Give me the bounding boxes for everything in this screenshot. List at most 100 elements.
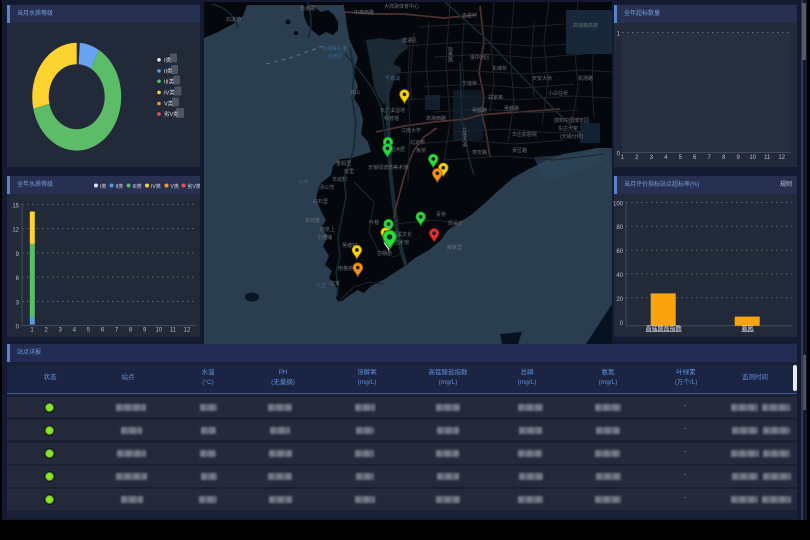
- svg-text:(无锡分校): (无锡分校): [560, 133, 584, 140]
- svg-text:6: 6: [101, 328, 105, 334]
- svg-text:汤公湾: 汤公湾: [319, 184, 334, 191]
- svg-text:小白住桥: 小白住桥: [548, 90, 568, 97]
- svg-text:北定桥: 北定桥: [410, 139, 425, 146]
- svg-text:11: 11: [764, 155, 771, 161]
- svg-text:千鑫湖: 千鑫湖: [385, 75, 400, 82]
- svg-text:东绛桥: 东绛桥: [492, 65, 507, 72]
- svg-text:高锰酸盐指数: 高锰酸盐指数: [646, 324, 682, 332]
- svg-text:感知中国博览园: 感知中国博览园: [554, 117, 589, 124]
- svg-text:2: 2: [635, 155, 639, 161]
- svg-text:南格桥: 南格桥: [338, 265, 353, 272]
- svg-text:羊歧村: 羊歧村: [332, 176, 347, 183]
- svg-text:3: 3: [59, 328, 63, 334]
- svg-text:东鸡笼: 东鸡笼: [305, 217, 320, 224]
- svg-text:1: 1: [617, 32, 621, 38]
- svg-text:20: 20: [616, 297, 623, 303]
- svg-text:风景区: 风景区: [328, 53, 343, 60]
- svg-text:无锡绿波湾美术馆: 无锡绿波湾美术馆: [368, 164, 408, 171]
- svg-text:太湖鼋头渚: 太湖鼋头渚: [322, 45, 347, 52]
- svg-text:III类: III类: [164, 77, 175, 85]
- svg-text:5: 5: [87, 328, 91, 334]
- svg-text:充山: 充山: [350, 89, 360, 96]
- svg-text:南泉上: 南泉上: [320, 226, 335, 233]
- svg-text:氨氮: 氨氮: [742, 324, 754, 332]
- svg-text:100: 100: [613, 201, 624, 207]
- svg-text:周哥桥: 周哥桥: [448, 220, 463, 227]
- svg-text:1: 1: [30, 328, 34, 334]
- svg-text:60: 60: [616, 249, 623, 255]
- svg-text:劣V类: 劣V类: [188, 183, 201, 190]
- svg-text:0: 0: [16, 325, 20, 331]
- svg-text:大祥歌体育中心: 大祥歌体育中心: [384, 3, 419, 10]
- svg-text:九里: 九里: [316, 282, 326, 289]
- svg-text:III类: III类: [133, 183, 142, 190]
- svg-text:V类: V类: [171, 183, 179, 190]
- svg-text:贡区路: 贡区路: [512, 147, 527, 154]
- svg-text:江南大学: 江南大学: [401, 127, 421, 134]
- svg-text:华庄影剧院: 华庄影剧院: [512, 131, 537, 138]
- svg-text:郑家奥: 郑家奥: [488, 94, 503, 101]
- svg-text:隐秀路: 隐秀路: [447, 46, 453, 63]
- svg-text:IV类: IV类: [151, 183, 161, 190]
- svg-text:艺术馆: 艺术馆: [394, 239, 409, 246]
- svg-text:宁佳桥: 宁佳桥: [462, 80, 477, 87]
- svg-text:高浪西路: 高浪西路: [426, 115, 446, 122]
- svg-text:板桥: 板桥: [416, 147, 426, 154]
- svg-text:滨湖区: 滨湖区: [402, 37, 417, 44]
- svg-text:8: 8: [129, 328, 133, 334]
- svg-text:东庄大学: 东庄大学: [558, 125, 578, 132]
- svg-text:8: 8: [722, 155, 726, 161]
- svg-text:5: 5: [679, 155, 683, 161]
- svg-text:3: 3: [650, 155, 654, 161]
- svg-text:沈家: 沈家: [330, 280, 340, 287]
- svg-text:15: 15: [12, 203, 19, 209]
- svg-text:渔港路: 渔港路: [300, 5, 315, 12]
- svg-text:I类: I类: [100, 183, 106, 190]
- svg-text:7: 7: [708, 155, 712, 161]
- svg-text:梁中地区: 梁中地区: [470, 54, 490, 61]
- svg-text:机场路: 机场路: [578, 75, 593, 82]
- svg-text:白石里: 白石里: [313, 198, 328, 205]
- svg-text:9: 9: [143, 328, 147, 334]
- svg-text:4: 4: [73, 328, 77, 334]
- svg-text:6: 6: [693, 155, 697, 161]
- svg-text:中奥西路: 中奥西路: [354, 9, 374, 16]
- svg-text:11: 11: [170, 328, 177, 334]
- svg-text:叶巷: 叶巷: [369, 219, 379, 226]
- svg-text:1: 1: [621, 155, 625, 161]
- svg-text:40: 40: [616, 273, 623, 279]
- svg-text:容里: 容里: [344, 168, 354, 175]
- svg-text:石凌崎: 石凌崎: [226, 16, 241, 23]
- svg-text:吴都路: 吴都路: [504, 105, 519, 112]
- svg-text:10: 10: [155, 328, 162, 334]
- svg-text:II类: II类: [116, 183, 124, 190]
- svg-text:五星村: 五星村: [462, 12, 477, 19]
- svg-text:薛家里: 薛家里: [447, 244, 462, 251]
- svg-text:重蚂里: 重蚂里: [336, 160, 351, 167]
- svg-text:2: 2: [45, 328, 49, 334]
- svg-text:9: 9: [16, 252, 20, 258]
- svg-text:4: 4: [664, 155, 668, 161]
- svg-text:小湾浦: 小湾浦: [317, 234, 332, 241]
- svg-text:立信大道: 立信大道: [461, 126, 467, 148]
- svg-text:古杨桥: 古杨桥: [377, 250, 392, 257]
- svg-text:10: 10: [749, 155, 756, 161]
- svg-text:大浮: 大浮: [298, 179, 308, 186]
- svg-text:长广溪湿地: 长广溪湿地: [380, 107, 405, 114]
- svg-text:6: 6: [16, 276, 20, 282]
- svg-text:80: 80: [616, 225, 623, 231]
- svg-text:高浪路高架: 高浪路高架: [573, 22, 598, 29]
- svg-text:吴都路: 吴都路: [472, 107, 487, 114]
- svg-text:7: 7: [115, 328, 119, 334]
- svg-text:0: 0: [620, 321, 624, 327]
- svg-text:12: 12: [12, 228, 19, 234]
- svg-text:科普馆: 科普馆: [384, 115, 399, 122]
- svg-text:3: 3: [16, 300, 20, 306]
- svg-text:12: 12: [778, 155, 785, 161]
- svg-text:9: 9: [737, 155, 741, 161]
- svg-text:天安大桥: 天安大桥: [532, 75, 552, 82]
- svg-text:12: 12: [184, 328, 191, 334]
- svg-text:寿安路: 寿安路: [472, 149, 487, 156]
- svg-text:IV类: IV类: [164, 88, 175, 96]
- svg-text:青桥: 青桥: [436, 211, 446, 218]
